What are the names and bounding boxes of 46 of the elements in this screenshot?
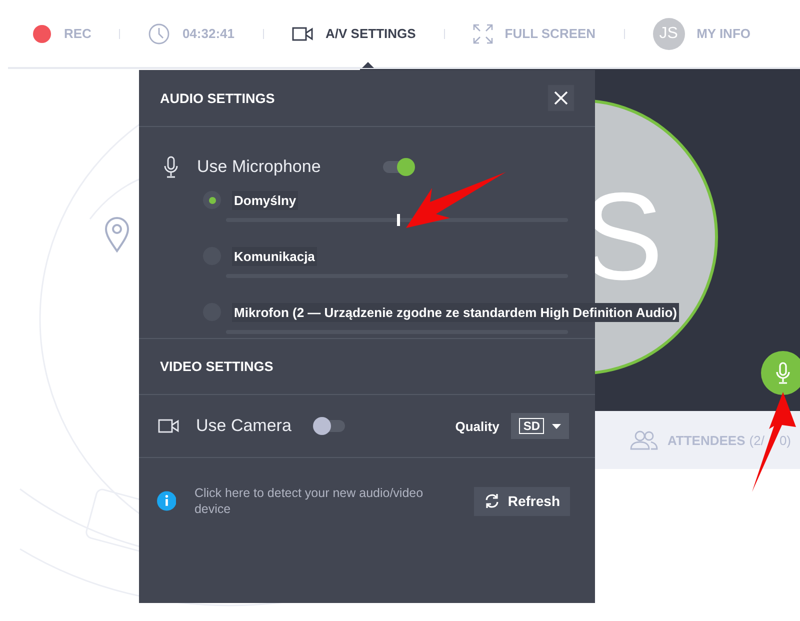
toolbar-label: REC [64, 26, 92, 41]
avatar: JS [652, 18, 685, 50]
toolbar-label: FULL SCREEN [504, 26, 596, 41]
quality-label: Quality [455, 418, 500, 434]
use-microphone-label: Use Microphone [197, 157, 321, 177]
microphone-button[interactable] [761, 351, 800, 395]
fullscreen-icon [472, 24, 493, 44]
level-thumb[interactable] [397, 214, 400, 226]
toolbar-label: A/V SETTINGS [326, 26, 416, 41]
attendee-count: 0) [779, 432, 791, 448]
close-icon [554, 91, 568, 105]
toolbar-item[interactable]: JS MY INFO [652, 18, 750, 50]
pointer-caret-icon [362, 62, 374, 68]
video-camera-icon [158, 418, 180, 434]
close-button[interactable] [548, 85, 574, 111]
toolbar-label: 04:32:41 [182, 26, 234, 41]
record-dot-icon [32, 24, 52, 44]
microphone-icon [775, 361, 791, 385]
device-name: Mikrofon (2 — Urządzenie zgodne ze standardem High Definition Audio) [232, 302, 679, 322]
toolbar-label: MY INFO [696, 26, 750, 41]
microphone-icon [163, 155, 179, 179]
toolbar-item[interactable]: REC [32, 24, 92, 44]
toolbar-item[interactable]: A/V SETTINGS [292, 26, 416, 42]
info-icon [157, 491, 176, 511]
clock-icon [148, 22, 170, 44]
device-name: Komunikacja [232, 246, 317, 266]
section-title: AUDIO SETTINGS [160, 90, 275, 106]
attendees-label: ATTENDEES [668, 432, 746, 448]
section-title: VIDEO SETTINGS [160, 359, 274, 374]
detect-device-link[interactable]: Click here to detect your new audio/video device [194, 485, 438, 517]
refresh-button[interactable]: Refresh [474, 486, 570, 516]
camera-toggle[interactable] [315, 420, 346, 432]
location-pin-icon [104, 217, 130, 253]
attendee-count: (2/ [749, 432, 764, 448]
quality-dropdown[interactable]: SD [511, 413, 569, 439]
video-camera-icon [292, 26, 314, 42]
toolbar-item[interactable]: FULL SCREEN [472, 24, 596, 44]
use-camera-label: Use Camera [196, 416, 292, 436]
people-icon [630, 430, 658, 450]
microphone-toggle[interactable] [382, 161, 413, 173]
caret-icon [552, 424, 561, 428]
device-name: Domyślny [232, 190, 298, 210]
refresh-icon [484, 493, 500, 509]
toolbar-item[interactable]: 04:32:41 [148, 22, 234, 44]
attendees-tab[interactable]: ATTENDEES (2/ 0) [630, 430, 791, 450]
radio-button[interactable] [203, 191, 221, 209]
